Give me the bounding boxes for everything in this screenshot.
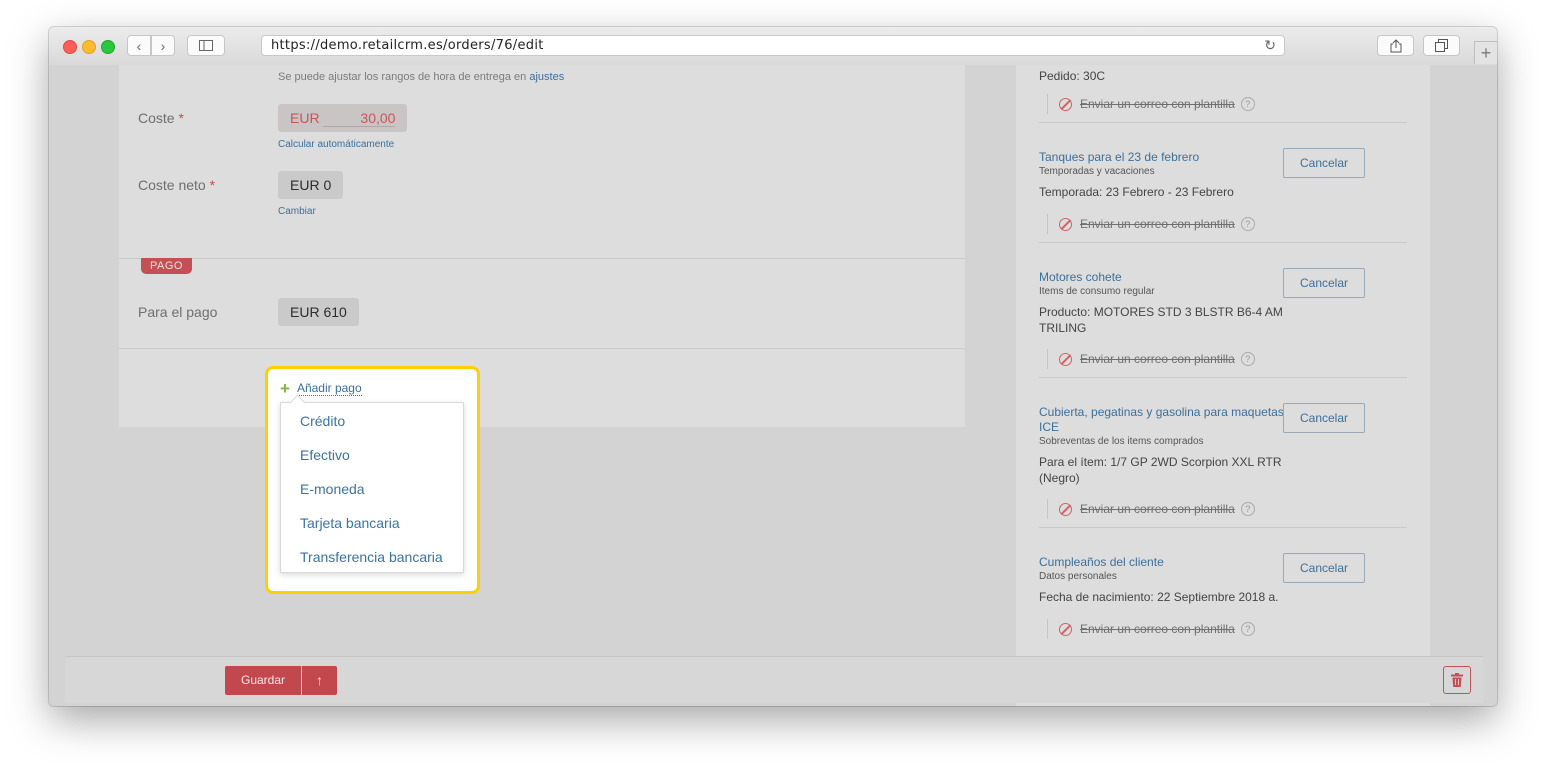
calc-auto-link[interactable]: Calcular automáticamente	[278, 139, 394, 150]
save-button[interactable]: Guardar	[225, 666, 301, 695]
share-icon	[1390, 38, 1401, 52]
cost-label: Coste *	[138, 110, 184, 126]
add-payment-highlight: + Añadir pago Crédito Efectivo E-moneda …	[265, 366, 480, 594]
section-divider	[119, 348, 965, 349]
send-email-row[interactable]: Enviar un correo con plantilla ?	[1047, 619, 1255, 639]
menu-item-efectivo[interactable]: Efectivo	[300, 447, 350, 463]
zoom-window-button[interactable]	[101, 40, 115, 54]
net-cost-value: EUR 0	[278, 171, 344, 199]
payment-type-menu: Crédito Efectivo E-moneda Tarjeta bancar…	[280, 402, 464, 573]
delivery-time-hint-text: Se puede ajustar los rangos de hora de e…	[278, 71, 527, 83]
send-email-label: Enviar un correo con plantilla	[1080, 502, 1235, 516]
net-cost-label-text: Coste neto	[138, 177, 206, 193]
cost-currency: EUR	[290, 110, 320, 126]
task-description: Fecha de nacimiento: 22 Septiembre 2018 …	[1039, 590, 1279, 604]
ban-icon	[1059, 502, 1072, 516]
bottom-action-bar: Guardar ↑	[65, 656, 1483, 703]
to-pay-value: EUR 610	[278, 298, 359, 326]
ban-icon	[1059, 217, 1072, 231]
cancel-task-button[interactable]: Cancelar	[1283, 553, 1365, 583]
cost-input[interactable]: EUR 30,00	[278, 104, 408, 132]
menu-item-credito[interactable]: Crédito	[300, 413, 345, 429]
task-description: Pedido: 30C	[1039, 69, 1106, 83]
help-icon[interactable]: ?	[1240, 502, 1255, 516]
ban-icon	[1059, 622, 1072, 636]
close-window-button[interactable]	[63, 40, 77, 54]
menu-item-tarjeta-bancaria[interactable]: Tarjeta bancaria	[300, 515, 400, 531]
section-divider	[119, 258, 965, 259]
delete-button[interactable]	[1443, 666, 1471, 694]
save-and-exit-button[interactable]: ↑	[302, 666, 337, 695]
delivery-time-hint: Se puede ajustar los rangos de hora de e…	[278, 71, 564, 83]
address-bar[interactable]: https://demo.retailcrm.es/orders/76/edit…	[261, 35, 1285, 56]
ban-icon	[1059, 352, 1072, 366]
help-icon[interactable]: ?	[1240, 97, 1255, 111]
change-link[interactable]: Cambiar	[278, 206, 316, 217]
task-category: Sobreventas de los items comprados	[1039, 436, 1204, 447]
help-icon[interactable]: ?	[1240, 622, 1255, 636]
help-icon[interactable]: ?	[1240, 217, 1255, 231]
tab-overview-button[interactable]	[1423, 35, 1460, 56]
plus-icon: +	[280, 378, 290, 398]
browser-toolbar: ‹ › https://demo.retailcrm.es/orders/76/…	[49, 27, 1497, 66]
share-button[interactable]	[1377, 35, 1414, 56]
send-email-row[interactable]: Enviar un correo con plantilla ?	[1047, 499, 1255, 519]
minimize-window-button[interactable]	[82, 40, 96, 54]
send-email-row[interactable]: Enviar un correo con plantilla ?	[1047, 214, 1255, 234]
cancel-task-button[interactable]: Cancelar	[1283, 268, 1365, 298]
payment-section-tag: PAGO	[141, 258, 192, 274]
cancel-task-button[interactable]: Cancelar	[1283, 403, 1365, 433]
arrow-up-icon: ↑	[316, 672, 323, 688]
chevron-left-icon: ‹	[136, 37, 142, 54]
task-description: Temporada: 23 Febrero - 23 Febrero	[1039, 185, 1234, 199]
send-email-label: Enviar un correo con plantilla	[1080, 97, 1235, 111]
help-icon[interactable]: ?	[1240, 352, 1255, 366]
page-content: Se puede ajustar los rangos de hora de e…	[49, 65, 1497, 706]
plus-icon: +	[1480, 43, 1492, 63]
cancel-task-button[interactable]: Cancelar	[1283, 148, 1365, 178]
send-email-row[interactable]: Enviar un correo con plantilla ?	[1047, 349, 1255, 369]
reload-icon[interactable]: ↻	[1264, 37, 1276, 54]
send-email-label: Enviar un correo con plantilla	[1080, 622, 1235, 636]
task-divider	[1039, 122, 1407, 123]
to-pay-label: Para el pago	[138, 304, 218, 320]
chevron-right-icon: ›	[160, 37, 166, 54]
task-title[interactable]: Cubierta, pegatinas y gasolina para maqu…	[1039, 405, 1289, 435]
task-description: Producto: MOTORES STD 3 BLSTR B6-4 AM TR…	[1039, 305, 1283, 335]
back-button[interactable]: ‹	[127, 35, 151, 56]
sidebar-icon	[199, 40, 213, 51]
tabs-icon	[1435, 39, 1448, 52]
send-email-row[interactable]: Enviar un correo con plantilla ?	[1047, 94, 1255, 114]
add-payment-label: Añadir pago	[296, 381, 362, 396]
task-divider	[1039, 527, 1407, 528]
menu-item-e-moneda[interactable]: E-moneda	[300, 481, 365, 497]
tasks-panel: Pedido: 30C Enviar un correo con plantil…	[1016, 65, 1430, 706]
ban-icon	[1059, 97, 1072, 111]
task-divider	[1039, 377, 1407, 378]
required-mark: *	[209, 177, 216, 193]
cost-value[interactable]: 30,00	[323, 110, 396, 127]
menu-item-transferencia-bancaria[interactable]: Transferencia bancaria	[300, 549, 443, 565]
required-mark: *	[178, 110, 184, 126]
task-description: Para el ítem: 1/7 GP 2WD Scorpion XXL RT…	[1039, 455, 1282, 485]
settings-link[interactable]: ajustes	[529, 71, 564, 83]
send-email-label: Enviar un correo con plantilla	[1080, 217, 1235, 231]
trash-icon	[1451, 673, 1463, 687]
forward-button[interactable]: ›	[151, 35, 175, 56]
net-cost-label: Coste neto *	[138, 177, 215, 193]
new-tab-button[interactable]: +	[1474, 41, 1497, 64]
browser-window: ‹ › https://demo.retailcrm.es/orders/76/…	[49, 27, 1497, 706]
url-text: https://demo.retailcrm.es/orders/76/edit	[271, 38, 544, 53]
send-email-label: Enviar un correo con plantilla	[1080, 352, 1235, 366]
task-partial: Pedido: 30C	[1039, 68, 1407, 84]
order-form-panel: Se puede ajustar los rangos de hora de e…	[119, 65, 965, 427]
task-divider	[1039, 242, 1407, 243]
cost-label-text: Coste	[138, 110, 175, 126]
add-payment-button[interactable]: + Añadir pago	[280, 378, 362, 398]
sidebar-toggle-button[interactable]	[187, 35, 225, 56]
